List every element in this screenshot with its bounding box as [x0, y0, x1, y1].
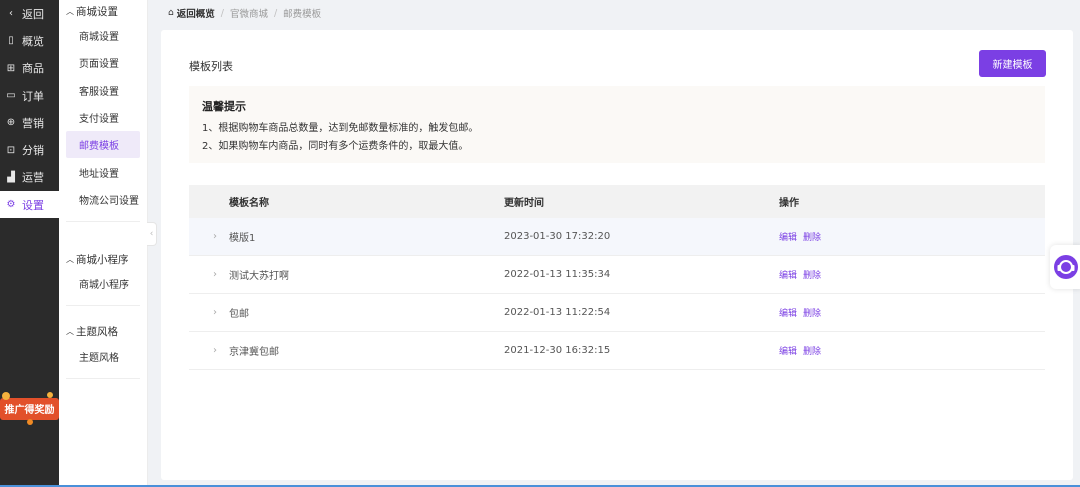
- group-title: 商城设置: [76, 5, 118, 18]
- expand-icon[interactable]: ›: [189, 345, 229, 356]
- submenu-item-shipping-template[interactable]: 邮费模板: [66, 131, 140, 159]
- submenu-item[interactable]: 商城设置: [59, 22, 147, 49]
- group-title: 商城小程序: [76, 253, 129, 266]
- update-time: 2023-01-30 17:32:20: [504, 231, 611, 242]
- breadcrumb-separator: /: [273, 7, 278, 19]
- nav-back[interactable]: ‹ 返回: [0, 0, 59, 27]
- edit-link[interactable]: 编辑: [779, 233, 797, 243]
- nav-label: 营销: [22, 116, 44, 130]
- update-time: 2021-12-30 16:32:15: [504, 345, 611, 356]
- expand-icon[interactable]: ›: [189, 269, 229, 280]
- edit-link[interactable]: 编辑: [779, 347, 797, 357]
- divider: [66, 377, 140, 379]
- main-sidebar: ‹ 返回 ▯ 概览 ⊞ 商品 ▭ 订单 ⊕ 营销 ⊡ 分销 ▟ 运营 ⚙ 设置 推广得奖励: [0, 0, 59, 487]
- submenu-item[interactable]: 支付设置: [59, 104, 147, 131]
- tips-line: 1、根据购物车商品总数量，达到免邮数量标准的，触发包邮。: [202, 123, 479, 134]
- nav-label: 订单: [22, 89, 44, 103]
- marketing-icon: ⊕: [6, 117, 16, 129]
- chevron-up-icon: ︿: [66, 6, 74, 16]
- edit-link[interactable]: 编辑: [779, 309, 797, 319]
- chevron-up-icon: ︿: [66, 326, 74, 336]
- order-icon: ▭: [6, 90, 16, 102]
- divider: [66, 305, 140, 307]
- edit-link[interactable]: 编辑: [779, 271, 797, 281]
- headset-icon: [1054, 255, 1078, 279]
- breadcrumb: ⌂ 返回概览 / 官微商城 / 邮费模板: [168, 5, 321, 21]
- submenu-group-title[interactable]: ︿ 主题风格: [59, 320, 147, 342]
- nav-goods[interactable]: ⊞ 商品: [0, 55, 59, 82]
- nav-label: 返回: [22, 7, 44, 21]
- promo-text: 推广得奖励: [5, 403, 55, 416]
- promo-banner[interactable]: 推广得奖励: [0, 390, 59, 426]
- tips-box: 温馨提示 1、根据购物车商品总数量，达到免邮数量标准的，触发包邮。 2、如果购物…: [189, 86, 1045, 163]
- distribution-icon: ⊡: [6, 144, 16, 156]
- update-time: 2022-01-13 11:22:54: [504, 307, 611, 318]
- divider: [66, 221, 140, 223]
- nav-label: 设置: [22, 198, 44, 212]
- update-time: 2022-01-13 11:35:34: [504, 269, 611, 280]
- table-header: 模板名称 更新时间 操作: [189, 185, 1045, 218]
- collapse-submenu-button[interactable]: ‹: [147, 222, 157, 246]
- table-row[interactable]: › 模版1 2023-01-30 17:32:20 编辑 删除: [189, 218, 1045, 256]
- submenu-group-title[interactable]: ︿ 商城小程序: [59, 248, 147, 270]
- nav-label: 商品: [22, 62, 44, 76]
- submenu-group-title[interactable]: ︿ 商城设置: [59, 0, 147, 22]
- submenu-item[interactable]: 客服设置: [59, 77, 147, 104]
- template-name: 京津冀包邮: [229, 347, 279, 358]
- nav-overview[interactable]: ▯ 概览: [0, 27, 59, 54]
- template-list-card: 模板列表 新建模板 温馨提示 1、根据购物车商品总数量，达到免邮数量标准的，触发…: [161, 30, 1073, 480]
- nav-label: 概览: [22, 34, 44, 48]
- page-title: 模板列表: [189, 60, 233, 73]
- new-template-button[interactable]: 新建模板: [979, 50, 1046, 77]
- delete-link[interactable]: 删除: [803, 271, 821, 281]
- home-icon: ⌂: [168, 8, 174, 18]
- column-header: 操作: [779, 198, 799, 209]
- nav-marketing[interactable]: ⊕ 营销: [0, 109, 59, 136]
- delete-link[interactable]: 删除: [803, 347, 821, 357]
- table-row[interactable]: › 测试大苏打啊 2022-01-13 11:35:34 编辑 删除: [189, 256, 1045, 294]
- operations-icon: ▟: [7, 171, 15, 183]
- submenu-item[interactable]: 物流公司设置: [59, 186, 147, 213]
- group-title: 主题风格: [76, 325, 118, 338]
- promo-badge-icon: 推广得奖励: [0, 392, 59, 425]
- breadcrumb-item[interactable]: 官微商城: [230, 6, 268, 20]
- table-row[interactable]: › 京津冀包邮 2021-12-30 16:32:15 编辑 删除: [189, 332, 1045, 370]
- nav-orders[interactable]: ▭ 订单: [0, 82, 59, 109]
- template-name: 测试大苏打啊: [229, 271, 289, 282]
- column-header: 模板名称: [229, 198, 269, 209]
- overview-icon: ▯: [8, 35, 14, 47]
- expand-icon[interactable]: ›: [189, 231, 229, 242]
- gear-icon: ⚙: [6, 199, 16, 211]
- delete-link[interactable]: 删除: [803, 233, 821, 243]
- customer-service-button[interactable]: [1050, 245, 1080, 289]
- breadcrumb-item: 邮费模板: [283, 9, 322, 20]
- nav-operations[interactable]: ▟ 运营: [0, 164, 59, 191]
- chevron-left-icon: ‹: [9, 8, 13, 20]
- template-table: 模板名称 更新时间 操作 › 模版1 2023-01-30 17:32:20 编…: [189, 185, 1045, 370]
- submenu-item[interactable]: 主题风格: [59, 342, 147, 369]
- chevron-up-icon: ︿: [66, 254, 74, 264]
- nav-label: 运营: [22, 171, 44, 185]
- submenu-item[interactable]: 页面设置: [59, 49, 147, 76]
- submenu-item[interactable]: 地址设置: [59, 158, 147, 185]
- goods-icon: ⊞: [6, 62, 16, 74]
- template-name: 模版1: [229, 233, 256, 244]
- expand-icon[interactable]: ›: [189, 307, 229, 318]
- breadcrumb-home[interactable]: 返回概览: [177, 6, 215, 20]
- delete-link[interactable]: 删除: [803, 309, 821, 319]
- chevron-left-icon: ‹: [149, 229, 154, 239]
- tips-line: 2、如果购物车内商品，同时有多个运费条件的，取最大值。: [202, 141, 469, 152]
- nav-settings[interactable]: ⚙ 设置: [0, 191, 59, 219]
- table-row[interactable]: › 包邮 2022-01-13 11:22:54 编辑 删除: [189, 294, 1045, 332]
- column-header: 更新时间: [504, 198, 544, 209]
- template-name: 包邮: [229, 309, 249, 320]
- settings-submenu: ︿ 商城设置 商城设置 页面设置 客服设置 支付设置 邮费模板 地址设置 物流公司…: [59, 0, 148, 487]
- submenu-item[interactable]: 商城小程序: [59, 270, 147, 297]
- tips-title: 温馨提示: [202, 100, 246, 113]
- breadcrumb-separator: /: [220, 7, 224, 19]
- nav-label: 分销: [22, 144, 44, 158]
- nav-distribution[interactable]: ⊡ 分销: [0, 136, 59, 163]
